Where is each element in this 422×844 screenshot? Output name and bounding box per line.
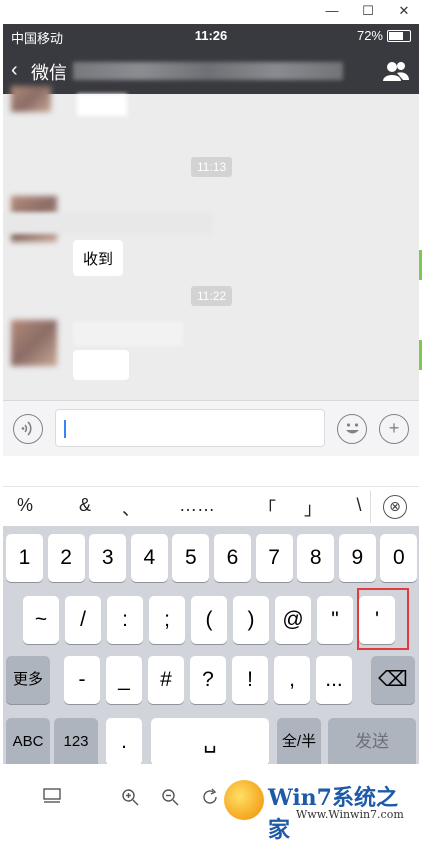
people-icon[interactable] [383, 60, 409, 82]
symbol-key[interactable]: ; [149, 596, 185, 644]
battery-fill [389, 32, 404, 40]
symbol-key[interactable]: # [148, 656, 184, 704]
number-key[interactable]: 9 [338, 534, 376, 582]
highlight-box [357, 588, 409, 650]
symbol-row: % & 、 …… 「 」 \ ⊗ [3, 486, 419, 526]
maximize-button[interactable]: ☐ [358, 2, 378, 20]
number-key[interactable]: 6 [214, 534, 251, 582]
blurred-area [3, 212, 213, 234]
symbol-key[interactable]: % [5, 495, 45, 516]
delete-symbol-icon[interactable]: ⊗ [383, 495, 407, 519]
message-bubble [73, 350, 129, 380]
back-label[interactable]: 微信 [31, 59, 67, 85]
number-key[interactable]: 5 [172, 534, 210, 582]
window-titlebar: — ☐ ✕ [0, 0, 422, 24]
symbol-key[interactable]: 、 [111, 495, 151, 521]
chat-header: ‹ 微信 [3, 48, 419, 94]
chat-area: 11:13 收到 11:22 [3, 86, 419, 400]
number-key[interactable]: 1 [6, 534, 43, 582]
message-input-bar: + [3, 400, 419, 456]
number-key[interactable]: 7 [255, 534, 293, 582]
number-key[interactable]: 8 [297, 534, 335, 582]
symbol-key[interactable]: 」 [293, 495, 333, 521]
divider [370, 491, 371, 523]
chat-title-blurred [73, 62, 343, 80]
message-bubble [77, 94, 127, 116]
phone-screen: 中国移动 11:26 72% ‹ 微信 11:13 收到 11:22 + % &… [3, 24, 419, 764]
emoji-icon[interactable] [337, 414, 367, 444]
more-button[interactable]: 更多 [6, 656, 50, 704]
number-key[interactable]: 4 [130, 534, 168, 582]
backspace-icon[interactable]: ⌫ [371, 656, 415, 704]
text-caret [64, 420, 66, 438]
symbol-key[interactable]: ? [190, 656, 226, 704]
symbol-key[interactable]: _ [106, 656, 142, 704]
panel-icon[interactable] [42, 788, 62, 808]
watermark-logo: Win7系统之家 Www.Winwin7.com [216, 778, 416, 843]
number-mode-button[interactable]: 123 [54, 718, 98, 764]
symbol-key[interactable]: - [64, 656, 100, 704]
zoom-out-icon[interactable] [160, 788, 180, 808]
symbol-key[interactable]: ! [232, 656, 268, 704]
send-button[interactable]: 发送 [328, 718, 416, 764]
fullwidth-toggle[interactable]: 全/半 [277, 718, 321, 764]
timestamp: 11:13 [191, 157, 233, 177]
number-key[interactable]: 3 [89, 534, 127, 582]
number-key[interactable]: 0 [380, 534, 418, 582]
minimize-button[interactable]: — [322, 2, 342, 20]
viewer-toolbar: Win7系统之家 Www.Winwin7.com [0, 764, 422, 843]
number-key[interactable]: 2 [47, 534, 85, 582]
period-key[interactable]: . [106, 718, 142, 764]
blurred-area [73, 322, 183, 346]
avatar [11, 320, 57, 366]
symbol-key[interactable]: …… [169, 495, 225, 516]
symbol-key[interactable]: , [274, 656, 310, 704]
message-input[interactable] [55, 409, 325, 447]
symbol-key[interactable]: ... [316, 656, 352, 704]
battery-icon [387, 30, 411, 42]
close-button[interactable]: ✕ [394, 2, 414, 20]
voice-icon[interactable] [13, 414, 43, 444]
symbol-key[interactable]: \ [339, 495, 379, 516]
symbol-key[interactable]: & [65, 495, 105, 516]
battery-percent: 72% [356, 28, 383, 43]
symbol-key[interactable]: ( [191, 596, 227, 644]
symbol-key[interactable]: 「 [247, 495, 287, 521]
symbol-key[interactable]: ) [233, 596, 269, 644]
space-key[interactable]: ␣ [151, 718, 269, 764]
timestamp: 11:22 [191, 286, 233, 306]
windows-logo-icon [224, 780, 264, 820]
plus-button[interactable]: + [379, 414, 409, 444]
back-icon[interactable]: ‹ [11, 57, 18, 83]
symbol-key[interactable]: @ [275, 596, 311, 644]
candidate-bar [3, 456, 419, 486]
status-bar: 中国移动 11:26 72% [3, 24, 419, 48]
avatar [11, 86, 51, 112]
message-bubble: 收到 [73, 240, 124, 276]
symbol-key[interactable]: " [317, 596, 353, 644]
symbol-key[interactable]: ~ [23, 596, 59, 644]
watermark-url: Www.Winwin7.com [296, 808, 404, 821]
symbol-key[interactable]: / [65, 596, 101, 644]
zoom-in-icon[interactable] [120, 788, 140, 808]
symbol-key[interactable]: : [107, 596, 143, 644]
abc-button[interactable]: ABC [6, 718, 50, 764]
